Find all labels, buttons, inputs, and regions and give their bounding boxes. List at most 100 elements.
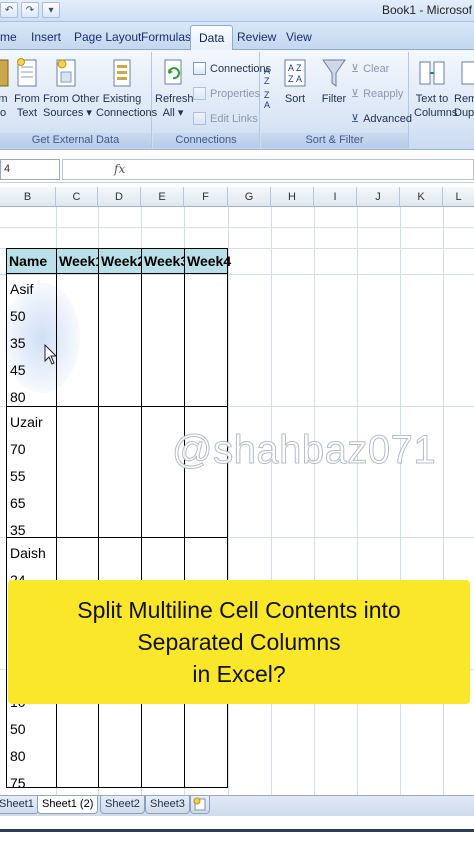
svg-text:Z: Z — [264, 76, 270, 86]
multiline-cell: Asif 50 35 45 80 — [10, 281, 34, 405]
reapply-button[interactable]: ⊻ Reapply — [351, 87, 403, 101]
sort-button[interactable]: A Z Z A Sort — [281, 56, 309, 106]
group-label-sort-filter: Sort & Filter — [261, 133, 408, 148]
column-headers: B C D E F G H I J K L — [0, 187, 474, 207]
caption-line-3: in Excel? — [192, 661, 286, 687]
customize-qat-icon[interactable]: ▾ — [42, 2, 60, 18]
text-file-icon — [17, 58, 37, 87]
quick-access-toolbar: ↶ ↷ ▾ — [0, 2, 60, 18]
from-text-button[interactable]: From Text — [14, 56, 40, 120]
undo-icon[interactable]: ↶ — [0, 2, 18, 18]
formula-bar: 4 fx — [0, 157, 474, 183]
taskbar-edge — [0, 829, 474, 832]
name-box[interactable]: 4 — [0, 159, 60, 180]
table-row[interactable]: Asif 50 35 45 80 — [6, 274, 228, 407]
edit-links-button[interactable]: Edit Links — [193, 112, 258, 125]
header-cell-week3[interactable]: Week3 — [141, 248, 188, 274]
other-sources-icon — [56, 59, 76, 87]
column-header-l[interactable]: L — [443, 187, 474, 207]
caption-line-2: Separated Columns — [137, 629, 341, 655]
tab-formulas[interactable]: Formulas — [141, 30, 191, 44]
access-icon — [0, 59, 9, 87]
column-header-f[interactable]: F — [184, 187, 228, 207]
group-connections: Refresh All ▾ Connections Properties Edi… — [153, 52, 271, 148]
group-get-external-data: m o From Text From Other Sources ▾ Exist… — [0, 52, 157, 148]
properties-button[interactable]: Properties — [193, 87, 260, 100]
header-cell-name[interactable]: Name — [6, 248, 57, 274]
column-header-c[interactable]: C — [56, 187, 98, 207]
column-header-d[interactable]: D — [98, 187, 141, 207]
properties-icon — [193, 87, 206, 100]
svg-text:Z: Z — [288, 74, 294, 84]
svg-text:Z: Z — [264, 90, 270, 100]
worksheet-grid[interactable]: Name Week1 Week2 Week3 Week4 Asif 50 35 … — [0, 207, 474, 795]
text-to-columns-button[interactable]: Text to Columns — [414, 56, 457, 120]
ribbon: m o From Text From Other Sources ▾ Exist… — [0, 50, 474, 150]
column-header-g[interactable]: G — [228, 187, 271, 207]
existing-connections-button[interactable]: Existing Connections — [96, 56, 157, 120]
clear-filter-icon: ⊻ — [351, 63, 360, 75]
sheet-tab-bar: Sheet1 Sheet1 (2) Sheet2 Sheet3 — [0, 795, 474, 815]
insert-sheet-icon[interactable] — [190, 796, 210, 814]
reapply-icon: ⊻ — [351, 88, 360, 100]
edit-links-icon — [193, 112, 206, 125]
tab-insert[interactable]: Insert — [31, 30, 61, 44]
sheet-tab-sheet2[interactable]: Sheet2 — [100, 796, 145, 814]
new-sheet-icon — [193, 797, 206, 811]
column-header-k[interactable]: K — [400, 187, 443, 207]
column-header-b[interactable]: B — [0, 187, 56, 207]
tab-home[interactable]: me — [0, 30, 17, 44]
clear-filter-button[interactable]: ⊻ Clear — [351, 62, 389, 76]
svg-text:A: A — [288, 63, 294, 73]
refresh-all-button[interactable]: Refresh All ▾ — [155, 56, 194, 120]
caption-banner: Split Multiline Cell Contents into Separ… — [8, 580, 470, 704]
tab-page-layout[interactable]: Page Layout — [74, 30, 141, 44]
header-cell-week2[interactable]: Week2 — [98, 248, 145, 274]
group-label-connections: Connections — [153, 133, 259, 148]
refresh-icon — [164, 59, 182, 85]
tab-review[interactable]: Review — [237, 30, 276, 44]
column-header-e[interactable]: E — [141, 187, 184, 207]
multiline-cell: Uzair 70 55 65 35 — [10, 414, 43, 538]
sort-icon: A Z Z A — [284, 59, 306, 87]
advanced-filter-icon: ⊻ — [351, 113, 360, 125]
redo-icon[interactable]: ↷ — [21, 2, 39, 18]
title-bar: ↶ ↷ ▾ Book1 - Microsof — [0, 0, 474, 22]
ribbon-tabs: me Insert Page Layout Formulas Data Revi… — [0, 22, 474, 51]
sheet-tab-sheet3[interactable]: Sheet3 — [145, 796, 190, 814]
filter-funnel-icon — [322, 59, 346, 87]
caption-line-1: Split Multiline Cell Contents into — [77, 597, 401, 623]
advanced-filter-button[interactable]: ⊻ Advanced — [351, 112, 412, 126]
sheet-tab-sheet1[interactable]: Sheet1 — [0, 796, 39, 814]
sort-az-icon: A Z Z A — [264, 66, 270, 110]
mouse-pointer-icon — [44, 344, 58, 365]
insert-function-icon[interactable]: fx — [114, 162, 125, 176]
connections-icon — [193, 62, 206, 75]
connections-button[interactable]: Connections — [193, 62, 271, 75]
column-header-j[interactable]: J — [357, 187, 400, 207]
sort-az-button[interactable]: A Z Z A — [263, 62, 277, 114]
group-label-get-external-data: Get External Data — [0, 133, 151, 148]
multiline-cell: 10 50 80 75 — [10, 694, 26, 791]
svg-text:A: A — [264, 66, 270, 76]
existing-connections-icon — [113, 59, 131, 87]
remove-duplicates-button[interactable]: Rem Dupli — [454, 56, 474, 120]
svg-text:Z: Z — [296, 63, 302, 73]
group-sort-filter: A Z Z A A Z Z A Sort Filter ⊻ Clear ⊻ Re… — [261, 52, 412, 148]
column-header-i[interactable]: I — [314, 187, 357, 207]
window-title: Book1 - Microsof — [381, 3, 472, 17]
text-to-columns-icon — [419, 61, 445, 85]
sheet-tab-sheet1-2[interactable]: Sheet1 (2) — [37, 796, 99, 814]
header-cell-week1[interactable]: Week1 — [56, 248, 103, 274]
svg-text:A: A — [264, 100, 270, 110]
filter-button[interactable]: Filter — [319, 56, 349, 106]
svg-text:A: A — [296, 74, 302, 84]
column-header-h[interactable]: H — [271, 187, 314, 207]
remove-duplicates-icon — [461, 61, 474, 85]
from-other-sources-button[interactable]: From Other Sources ▾ — [43, 56, 99, 120]
group-data-tools: Text to Columns Rem Dupli — [410, 52, 474, 148]
header-cell-week4[interactable]: Week4 — [184, 248, 231, 274]
tab-view[interactable]: View — [286, 30, 312, 44]
from-access-button[interactable]: m o — [0, 56, 10, 120]
tab-data[interactable]: Data — [190, 25, 234, 51]
